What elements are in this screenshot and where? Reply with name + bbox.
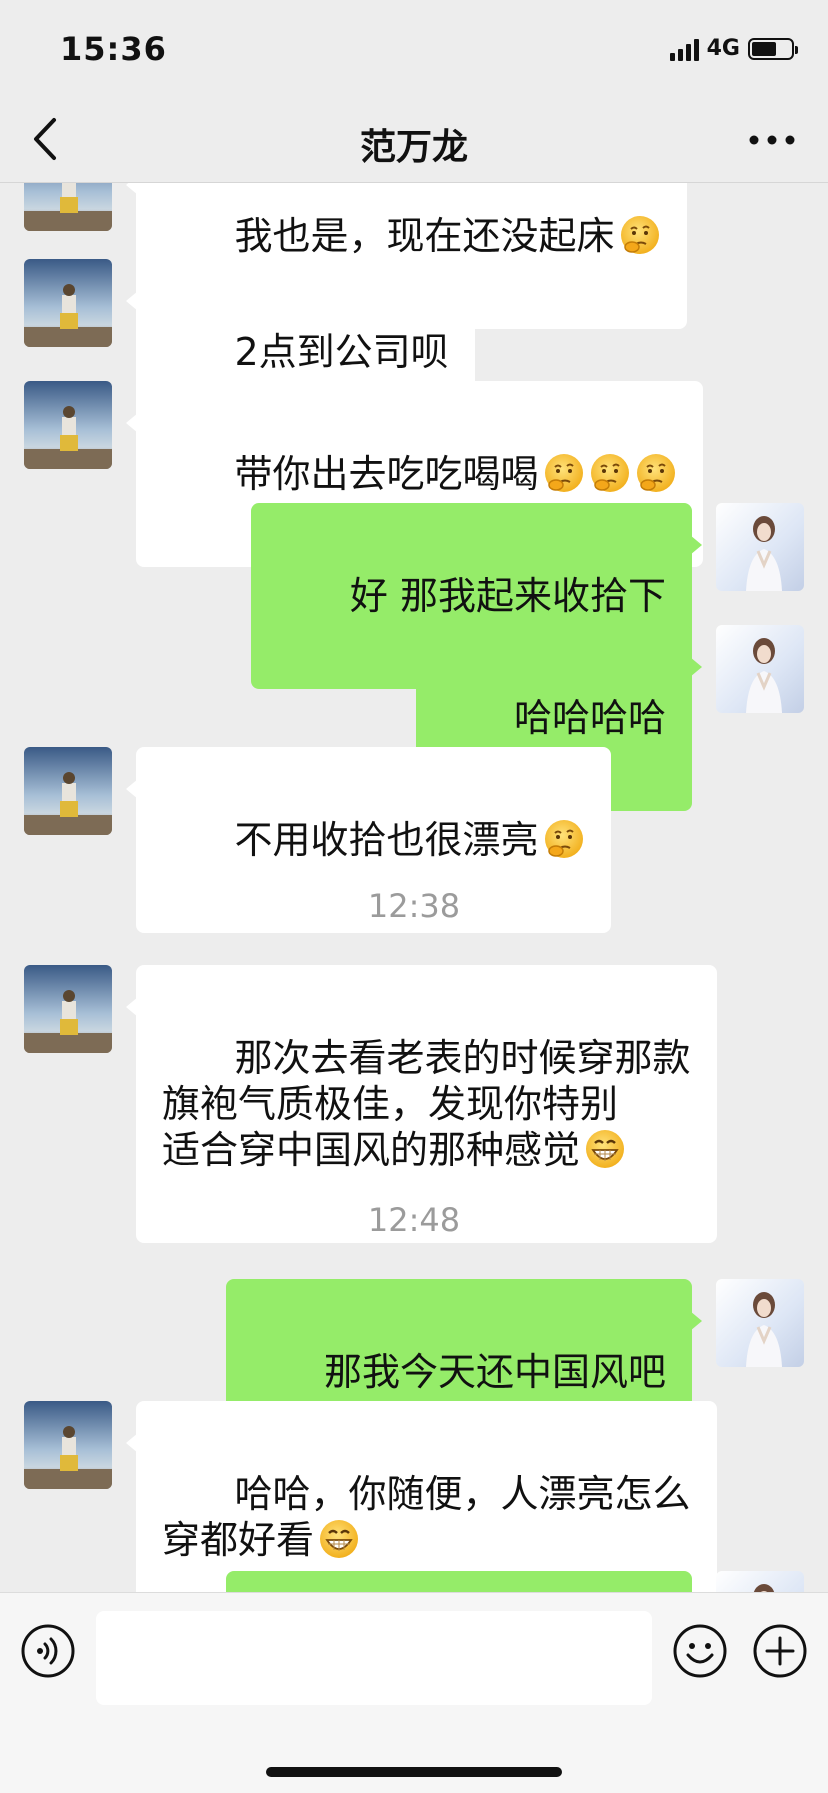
status-indicators: 4G [669, 36, 798, 61]
timestamp: 12:38 [367, 887, 461, 925]
message-text: 2点到公司呗 [234, 330, 449, 374]
message-bubble-received[interactable]: 哈哈，你随便，人漂亮怎么 穿都好看 [126, 1401, 717, 1592]
message-text: 我也是，现在还没起床 [234, 214, 615, 258]
user-avatar[interactable] [716, 1571, 804, 1592]
home-indicator[interactable] [266, 1767, 562, 1777]
grinning-face-icon [320, 1520, 359, 1558]
message-text: 哈哈哈哈 [513, 696, 666, 740]
contact-avatar[interactable] [24, 183, 112, 231]
contact-avatar[interactable] [24, 381, 112, 469]
message-text: 带你出去吃吃喝喝 [234, 452, 539, 496]
message-text: 那我今天还中国风吧 [323, 1350, 666, 1394]
voice-icon [21, 1624, 75, 1678]
battery-fill [752, 41, 776, 56]
user-avatar[interactable] [716, 625, 804, 713]
message-text: 哈哈，你随便，人漂亮怎么 穿都好看 [162, 1472, 691, 1562]
contact-avatar[interactable] [24, 1401, 112, 1489]
message-bubble-sent[interactable] [226, 1571, 692, 1592]
grinning-face-icon [586, 1130, 625, 1168]
more-button[interactable] [744, 122, 800, 158]
thinking-face-icon [544, 820, 583, 858]
contact-avatar[interactable] [24, 747, 112, 835]
battery-icon [748, 37, 798, 60]
input-bar [0, 1592, 828, 1793]
user-avatar[interactable] [716, 1279, 804, 1367]
user-avatar[interactable] [716, 503, 804, 591]
emoji-button[interactable] [672, 1623, 728, 1679]
chat-title: 范万龙 [359, 127, 468, 168]
thinking-face-icon [590, 454, 629, 492]
timestamp: 12:48 [367, 1201, 461, 1239]
plus-icon [753, 1624, 807, 1678]
contact-avatar[interactable] [24, 965, 112, 1053]
smiley-icon [673, 1624, 727, 1678]
chat-message-list[interactable]: 我也是，现在还没起床 2点到公司呗 带你出去吃吃喝喝 好 那我起来收拾下 哈哈哈… [0, 183, 828, 1592]
status-bar: 15:36 4G [0, 0, 828, 100]
voice-button[interactable] [20, 1623, 76, 1679]
plus-button[interactable] [752, 1623, 808, 1679]
message-input[interactable] [96, 1611, 652, 1705]
signal-icon [669, 37, 699, 61]
contact-avatar[interactable] [24, 259, 112, 347]
thinking-face-icon [636, 454, 675, 492]
nav-bar: 范万龙 [0, 100, 828, 183]
message-text: 不用收拾也很漂亮 [234, 818, 539, 862]
thinking-face-icon [620, 216, 659, 254]
message-text: 好 那我起来收拾下 [349, 574, 666, 618]
ellipsis-icon [749, 135, 795, 145]
status-time: 15:36 [60, 30, 167, 68]
thinking-face-icon [544, 454, 583, 492]
network-label: 4G [706, 36, 740, 61]
